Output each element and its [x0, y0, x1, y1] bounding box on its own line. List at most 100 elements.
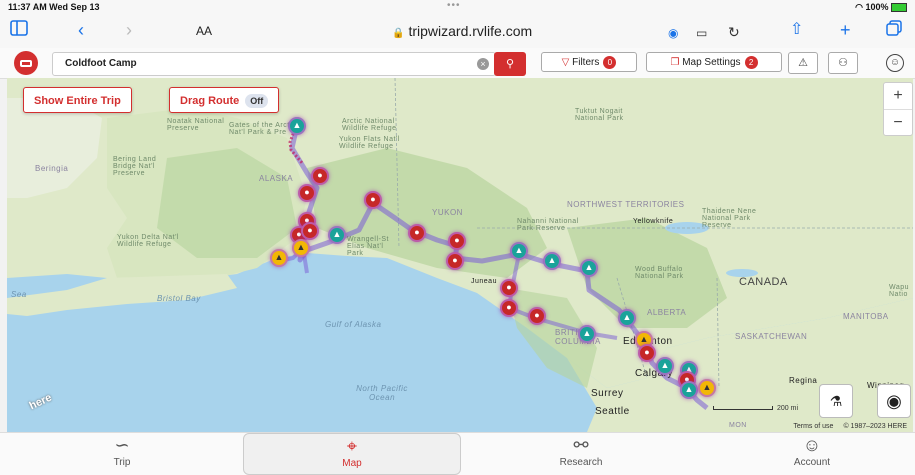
nav-trip-label: Trip	[113, 457, 131, 468]
share-icon[interactable]: ⇧	[790, 20, 803, 40]
land-aleutians	[7, 274, 237, 316]
search-input[interactable]: Coldfoot Camp ×	[52, 52, 496, 76]
status-time: 11:37 AM Wed Sep 13	[8, 2, 100, 12]
show-entire-trip-button[interactable]: Show Entire Trip	[23, 87, 132, 113]
warning-marker[interactable]: ▲	[698, 379, 716, 397]
map-label-wapusk: Wapu Natio	[889, 284, 910, 298]
stop-marker[interactable]: ●	[638, 344, 656, 362]
stop-marker[interactable]: ●	[500, 279, 518, 297]
map-label-yukon: YUKON	[432, 208, 463, 217]
zoom-control: + −	[883, 82, 913, 136]
forward-icon[interactable]: ›	[126, 20, 132, 40]
multitask-dots[interactable]: •••	[447, 0, 461, 11]
zoom-out-button[interactable]: −	[884, 110, 912, 136]
campground-marker[interactable]: ▲	[656, 357, 674, 375]
wifi-icon: ◠	[855, 2, 863, 12]
map-label-wood-buffalo: Wood Buffalo National Park	[635, 266, 684, 280]
campground-marker[interactable]: ▲	[328, 226, 346, 244]
map-label-yukon-flats: Yukon Flats Nat'l Wildlife Refuge	[339, 136, 400, 150]
drag-route-label: Drag Route	[180, 95, 240, 107]
profile-icon[interactable]: ☺	[886, 54, 904, 72]
campground-marker[interactable]: ▲	[680, 381, 698, 399]
campground-marker[interactable]: ▲	[543, 252, 561, 270]
map-label-anwr: Arctic National Wildlife Refuge	[342, 118, 397, 132]
stop-marker[interactable]: ●	[448, 232, 466, 250]
map-label-yellowknife: Yellowknife	[633, 218, 674, 225]
campground-marker[interactable]: ▲	[578, 325, 596, 343]
status-right: ◠ 100%	[855, 2, 907, 13]
new-tab-icon[interactable]: +	[840, 20, 851, 40]
drag-route-button[interactable]: Drag Route Off	[169, 87, 280, 113]
map-label-regina: Regina	[789, 376, 818, 385]
people-button[interactable]: ⚇	[828, 52, 858, 74]
map-label-noatak: Noatak National Preserve	[167, 118, 225, 132]
stop-marker[interactable]: ●	[311, 167, 329, 185]
status-bar: 11:37 AM Wed Sep 13 ••• ◠ 100%	[0, 0, 915, 14]
filters-button[interactable]: ▽ Filters 0	[541, 52, 637, 72]
flask-icon: ⚗	[829, 393, 843, 409]
copyright-text: © 1987–2023 HERE	[843, 423, 907, 430]
stop-marker[interactable]: ●	[408, 224, 426, 242]
map-label-yukon-delta: Yukon Delta Nat'l Wildlife Refuge	[117, 234, 179, 248]
map-settings-label: Map Settings	[682, 57, 741, 68]
warning-marker[interactable]: ▲	[270, 249, 288, 267]
filter-icon: ▽	[561, 57, 570, 68]
nav-research[interactable]: ⚯ Research	[548, 433, 614, 475]
stop-marker[interactable]: ●	[301, 222, 319, 240]
url-bar[interactable]: 🔒 tripwizard.rvlife.com	[392, 23, 532, 39]
map-label-nwt: NORTHWEST TERRITORIES	[567, 200, 685, 209]
map-label-juneau: Juneau	[471, 278, 497, 285]
campground-marker[interactable]: ▲	[580, 259, 598, 277]
map-label-beringia: Beringia	[35, 164, 69, 173]
campground-marker[interactable]: ▲	[618, 309, 636, 327]
nav-trip[interactable]: ∽ Trip	[90, 433, 154, 475]
map-label-mon: MON	[729, 422, 747, 429]
scale-bar	[713, 406, 773, 410]
nav-map-label: Map	[342, 458, 362, 469]
stop-marker[interactable]: ●	[446, 252, 464, 270]
map-label-gulf: Gulf of Alaska	[325, 320, 382, 329]
route-warnings-button[interactable]: ⚠	[788, 52, 818, 74]
stop-marker[interactable]: ●	[364, 191, 382, 209]
lab-button[interactable]: ⚗	[819, 384, 853, 418]
tabs-icon[interactable]	[886, 20, 902, 40]
drag-route-toggle[interactable]: Off	[245, 94, 269, 108]
terms-link[interactable]: Terms of use	[793, 423, 833, 430]
reader-icon[interactable]: ▭	[696, 23, 707, 43]
map-label-alaska: ALASKA	[259, 174, 294, 183]
nav-map[interactable]: ⌖ Map	[243, 433, 461, 475]
search-button[interactable]: ⚲	[494, 52, 526, 76]
stop-marker[interactable]: ●	[298, 184, 316, 202]
sidebar-icon[interactable]	[10, 20, 28, 40]
zoom-in-button[interactable]: +	[884, 83, 912, 110]
map-label-nahanni: Nahanni National Park Reserve	[517, 218, 579, 232]
target-icon: ◉	[886, 391, 902, 411]
map-label-bering: Bering Land Bridge Nat'l Preserve	[113, 156, 157, 177]
reload-icon[interactable]: ↻	[728, 22, 740, 42]
battery-level: 100%	[865, 2, 889, 12]
layers-icon: ❐	[670, 57, 680, 68]
rvlife-logo-icon[interactable]	[14, 51, 38, 75]
campground-marker[interactable]: ▲	[510, 242, 528, 260]
map-settings-button[interactable]: ❐ Map Settings 2	[646, 52, 782, 72]
map-view[interactable]: Noatak National Preserve Gates of the Ar…	[7, 78, 913, 432]
search-value: Coldfoot Camp	[65, 58, 137, 69]
locate-button[interactable]: ◉	[877, 384, 911, 418]
map-label-surrey: Surrey	[591, 388, 624, 399]
warning-marker[interactable]: ▲	[292, 239, 310, 257]
battery-icon	[891, 3, 907, 13]
url-text: tripwizard.rvlife.com	[408, 23, 533, 39]
privacy-icon[interactable]: ◉	[668, 23, 678, 43]
stop-marker[interactable]: ●	[500, 299, 518, 317]
nav-account[interactable]: ☺ Account	[780, 433, 844, 475]
back-icon[interactable]: ‹	[78, 20, 84, 40]
text-size-button[interactable]: AA	[196, 24, 212, 38]
filters-label: Filters	[572, 57, 600, 68]
stop-marker[interactable]: ●	[528, 307, 546, 325]
campground-marker[interactable]: ▲	[288, 117, 306, 135]
map-settings-badge: 2	[744, 55, 758, 69]
nav-research-label: Research	[559, 457, 603, 468]
clear-search-icon[interactable]: ×	[477, 58, 489, 70]
app-toolbar: Coldfoot Camp × ⚲ ▽ Filters 0 ❐ Map Setti…	[0, 48, 915, 79]
people-icon: ⚇	[838, 57, 848, 69]
